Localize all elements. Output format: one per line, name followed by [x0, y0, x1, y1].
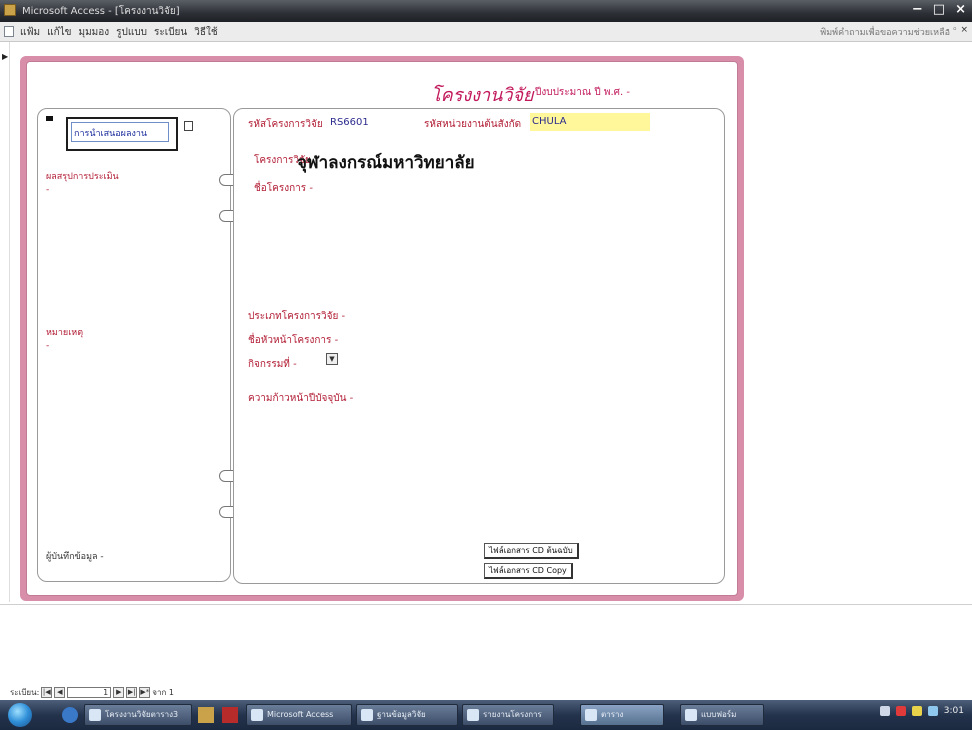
- menu-file[interactable]: แฟ้ม: [20, 25, 40, 40]
- new-record-button[interactable]: ▶*: [139, 686, 151, 698]
- taskbar-item[interactable]: รายงานโครงการ: [462, 704, 554, 726]
- form-body: โครงงานวิจัย ปีงบประมาณ ปี พ.ศ. - การนำเ…: [26, 61, 738, 596]
- form-footer-divider: [0, 604, 972, 605]
- menu-view[interactable]: มุมมอง: [79, 25, 110, 40]
- fiscal-year-label: ปีงบประมาณ ปี พ.ศ. -: [535, 87, 630, 98]
- project-code-value[interactable]: RS6601: [330, 117, 369, 128]
- record-selector-arrow-icon: ▶: [2, 52, 9, 61]
- taskbar-item[interactable]: แบบฟอร์ม: [680, 704, 764, 726]
- project-head-label: ชื่อหัวหน้าโครงการ -: [248, 335, 339, 346]
- menu-items: แฟ้ม แก้ไข มุมมอง รูปแบบ ระเบียน วิธีใช้: [20, 25, 218, 40]
- window-controls: − □ ×: [912, 2, 966, 18]
- project-name-label: ชื่อโครงการ -: [254, 183, 313, 194]
- presentation-checkbox[interactable]: [184, 121, 193, 131]
- presentation-status-field[interactable]: การนำเสนอผลงาน: [71, 122, 169, 142]
- start-button[interactable]: [8, 703, 32, 727]
- university-name[interactable]: จุฬาลงกรณ์มหาวิทยาลัย: [297, 149, 475, 176]
- help-search-box[interactable]: พิมพ์คำถามเพื่อขอความช่วยเหลือ: [820, 25, 950, 39]
- status-focus-box: การนำเสนอผลงาน: [66, 117, 178, 151]
- menu-help[interactable]: วิธีใช้: [194, 25, 217, 40]
- folder-icon[interactable]: [198, 707, 214, 723]
- maximize-button[interactable]: □: [933, 2, 945, 18]
- agency-code-label: รหัสหน่วยงานต้นสังกัด: [424, 119, 522, 130]
- prev-record-button[interactable]: ◀: [54, 686, 66, 698]
- menu-edit[interactable]: แก้ไข: [47, 25, 71, 40]
- record-navigation: ระเบียน: |◀ ◀ 1 ▶ ▶| ▶* จาก 1: [10, 685, 174, 699]
- access-app-icon: [4, 4, 16, 16]
- menu-records[interactable]: ระเบียน: [154, 25, 187, 40]
- tray-icon[interactable]: [879, 706, 890, 716]
- window-title: Microsoft Access - [โครงงานวิจัย]: [22, 6, 180, 17]
- volume-icon[interactable]: [927, 706, 938, 716]
- last-record-button[interactable]: ▶|: [126, 686, 138, 698]
- bullet-icon: [46, 116, 53, 121]
- menu-bar: แฟ้ม แก้ไข มุมมอง รูปแบบ ระเบียน วิธีใช้…: [0, 22, 972, 42]
- taskbar-item[interactable]: Microsoft Access: [246, 704, 352, 726]
- tray-icon[interactable]: [895, 706, 906, 716]
- access-icon[interactable]: [222, 707, 238, 723]
- taskbar: โครงงานวิจัยตาราง3 Microsoft Access ฐานข…: [0, 700, 972, 730]
- evaluation-label: ผลสรุปการประเมิน: [46, 172, 119, 182]
- agency-code-field[interactable]: CHULA: [530, 113, 650, 131]
- title-bar: Microsoft Access - [โครงงานวิจัย] − □ ×: [0, 0, 972, 22]
- tray-icon[interactable]: [911, 706, 922, 716]
- record-total-label: จาก 1: [152, 687, 174, 697]
- project-code-label: รหัสโครงการวิจัย: [248, 119, 323, 130]
- clock[interactable]: 3:01: [944, 706, 964, 716]
- chevron-down-icon[interactable]: ▼: [326, 353, 338, 365]
- project-type-label: ประเภทโครงการวิจัย -: [248, 311, 346, 322]
- ie-icon[interactable]: [62, 707, 78, 723]
- notes-label: หมายเหตุ: [46, 328, 84, 338]
- record-label: ระเบียน:: [10, 687, 40, 697]
- left-panel: การนำเสนอผลงาน ผลสรุปการประเมิน - หมายเห…: [37, 108, 231, 582]
- copy-cd-file-button[interactable]: ไฟล์เอกสาร CD Copy: [484, 563, 573, 579]
- progress-label: ความก้าวหน้าปีบัจจุบัน -: [248, 393, 354, 404]
- recorder-label: ผู้บันทึกข้อมูล -: [46, 552, 104, 562]
- notes-value[interactable]: -: [46, 341, 49, 351]
- minimize-button[interactable]: −: [912, 2, 923, 18]
- close-button[interactable]: ×: [955, 2, 966, 18]
- first-record-button[interactable]: |◀: [41, 686, 53, 698]
- record-number-input[interactable]: 1: [67, 686, 112, 698]
- next-record-button[interactable]: ▶: [113, 686, 125, 698]
- menu-format[interactable]: รูปแบบ: [116, 25, 147, 40]
- taskbar-item[interactable]: โครงงานวิจัยตาราง3: [84, 704, 192, 726]
- record-selector-strip[interactable]: ▶: [0, 42, 10, 602]
- system-tray: 3:01: [879, 706, 964, 716]
- form-icon[interactable]: [4, 26, 14, 37]
- taskbar-item[interactable]: ฐานข้อมูลวิจัย: [356, 704, 458, 726]
- mdi-window-controls[interactable]: - ◦ ×: [946, 25, 968, 35]
- taskbar-item-active[interactable]: ตาราง: [580, 704, 664, 726]
- main-panel: รหัสโครงการวิจัย RS6601 รหัสหน่วยงานต้นส…: [233, 108, 725, 584]
- form-title: โครงงานวิจัย: [431, 85, 534, 106]
- evaluation-value[interactable]: -: [46, 185, 49, 195]
- form-frame: โครงงานวิจัย ปีงบประมาณ ปี พ.ศ. - การนำเ…: [20, 56, 744, 601]
- original-cd-file-button[interactable]: ไฟล์เอกสาร CD ต้นฉบับ: [484, 543, 579, 559]
- mission-label: กิจกรรมที่ -: [248, 359, 297, 370]
